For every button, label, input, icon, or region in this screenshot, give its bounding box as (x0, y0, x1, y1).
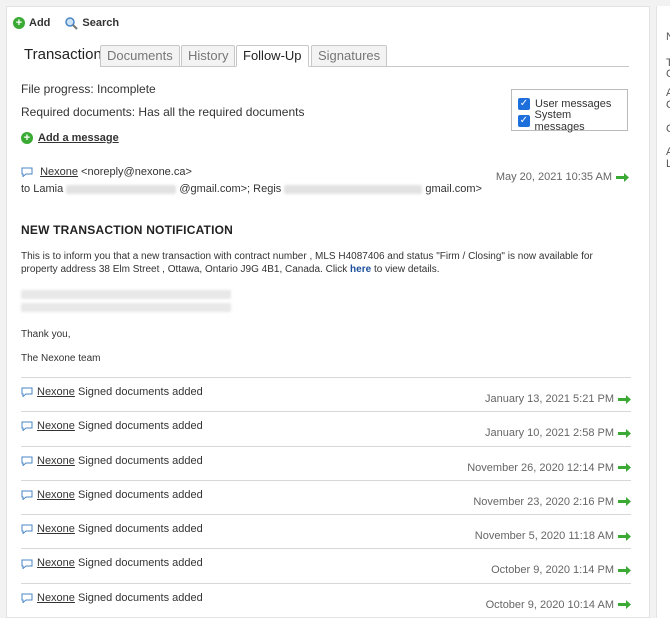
recipient-end: gmail.com> (425, 183, 482, 195)
right-panel-text: C (666, 68, 670, 80)
chat-bubble-icon (21, 524, 33, 535)
arrow-right-icon[interactable] (618, 565, 631, 575)
checkbox-checked-icon[interactable]: ✓ (518, 114, 530, 127)
arrow-right-icon[interactable] (616, 172, 629, 182)
arrow-right-icon[interactable] (618, 600, 631, 610)
message-filter-box: ✓ User messages ✓ System messages (511, 89, 628, 133)
history-text: Signed documents added (77, 420, 203, 433)
right-panel-text: A (666, 146, 670, 158)
chat-bubble-icon (21, 456, 33, 466)
add-message-link[interactable]: + Add a message (21, 132, 119, 144)
redacted-line (21, 303, 231, 312)
notification-body-end: to view details. (371, 264, 440, 275)
required-documents: Required documents: Has all the required… (21, 105, 305, 119)
add-label: Add (29, 17, 51, 29)
history-sender[interactable]: Nexone (37, 592, 75, 604)
history-date: January 13, 2021 5:21 PM (484, 393, 614, 405)
right-side-panel: N T C A C C A L (656, 6, 670, 618)
add-message-label[interactable]: Add a message (38, 132, 119, 144)
history-text: Signed documents added (77, 591, 203, 604)
system-messages-label: System messages (534, 108, 585, 133)
recipient-to: to Lamia (21, 183, 64, 195)
arrow-right-icon[interactable] (618, 428, 631, 438)
message-date-text: May 20, 2021 10:35 AM (495, 171, 612, 183)
history-sender[interactable]: Nexone (37, 420, 75, 432)
toolbar: + Add Search (13, 14, 119, 32)
chat-bubble-icon (21, 593, 33, 603)
list-item[interactable]: Nexone Signed documents added November 2… (21, 445, 631, 480)
history-date: November 23, 2020 2:16 PM (473, 495, 614, 508)
recipient-mid: @gmail.com>; Regis (179, 183, 282, 195)
search-label: Search (82, 17, 120, 29)
chat-bubble-icon (21, 421, 33, 432)
tab-history[interactable]: History (181, 45, 236, 67)
signature-text: The Nexone team (21, 353, 101, 364)
tab-transaction[interactable]: Transaction (17, 43, 109, 67)
search-icon (65, 17, 79, 30)
tab-follow-up[interactable]: Follow-Up (236, 45, 309, 67)
message-history-list: Nexone Signed documents added January 13… (21, 377, 631, 617)
arrow-right-icon[interactable] (618, 531, 631, 541)
tab-documents[interactable]: Documents (100, 45, 180, 67)
plus-circle-icon: + (13, 17, 25, 29)
history-sender[interactable]: Nexone (37, 523, 75, 535)
message-date: May 20, 2021 10:35 AM (496, 171, 629, 183)
view-details-link[interactable]: here (350, 264, 371, 275)
list-item[interactable]: Nexone Signed documents added January 13… (21, 377, 631, 411)
history-date: October 9, 2020 10:14 AM (485, 598, 614, 611)
history-date: November 26, 2020 12:14 PM (467, 461, 614, 474)
right-panel-text: A (666, 87, 670, 99)
right-panel-text: N (666, 31, 670, 43)
search-button[interactable]: Search (64, 16, 119, 30)
checkbox-checked-icon[interactable]: ✓ (518, 97, 530, 110)
notification-title: NEW TRANSACTION NOTIFICATION (21, 223, 234, 237)
chat-bubble-icon (21, 490, 33, 500)
notification-body-text: This is to inform you that a new transac… (21, 251, 593, 275)
arrow-right-icon[interactable] (618, 394, 631, 404)
history-text: Signed documents added (77, 386, 203, 398)
chat-bubble-icon (21, 387, 33, 398)
tab-signatures[interactable]: Signatures (311, 45, 388, 67)
list-item[interactable]: Nexone Signed documents added November 5… (21, 514, 631, 548)
history-sender[interactable]: Nexone (37, 386, 75, 398)
file-progress: File progress: Incomplete (21, 82, 156, 96)
message-sender-line: Nexone <noreply@nexone.ca> (21, 166, 192, 178)
list-item[interactable]: Nexone Signed documents added October 9,… (21, 582, 631, 617)
sender-email: <noreply@nexone.ca> (81, 166, 192, 178)
history-text: Signed documents added (77, 454, 203, 467)
chat-bubble-icon (21, 559, 33, 569)
system-messages-filter[interactable]: ✓ System messages (518, 109, 621, 133)
right-panel-text: C (666, 123, 670, 135)
history-sender[interactable]: Nexone (37, 455, 75, 467)
arrow-right-icon[interactable] (618, 497, 631, 507)
plus-circle-icon: + (21, 132, 33, 144)
follow-up-panel: + Add Search Transaction Documents Histo… (6, 6, 650, 618)
right-panel-text: L (666, 158, 670, 170)
history-date: October 9, 2020 1:14 PM (491, 564, 614, 577)
notification-body: This is to inform you that a new transac… (21, 250, 626, 276)
tab-bar: Transaction Documents History Follow-Up … (17, 42, 629, 67)
redacted-email (284, 184, 423, 194)
chat-bubble-icon (21, 167, 33, 178)
history-sender[interactable]: Nexone (37, 557, 75, 569)
history-date: January 10, 2021 2:58 PM (484, 427, 614, 440)
history-text: Signed documents added (77, 557, 203, 570)
thanks-text: Thank you, (21, 329, 71, 340)
add-button[interactable]: + Add (13, 17, 50, 29)
redacted-line (21, 290, 231, 299)
history-text: Signed documents added (77, 488, 203, 501)
arrow-right-icon[interactable] (618, 463, 631, 473)
message-sender[interactable]: Nexone (40, 166, 78, 178)
history-text: Signed documents added (77, 523, 203, 536)
right-panel-text: C (666, 99, 670, 111)
redacted-email (66, 184, 177, 194)
list-item[interactable]: Nexone Signed documents added November 2… (21, 479, 631, 514)
list-item[interactable]: Nexone Signed documents added October 9,… (21, 548, 631, 582)
history-date: November 5, 2020 11:18 AM (474, 530, 614, 543)
list-item[interactable]: Nexone Signed documents added January 10… (21, 411, 631, 445)
history-sender[interactable]: Nexone (37, 489, 75, 501)
message-recipients-line: to Lamia @gmail.com>; Regis gmail.com> (21, 183, 482, 195)
